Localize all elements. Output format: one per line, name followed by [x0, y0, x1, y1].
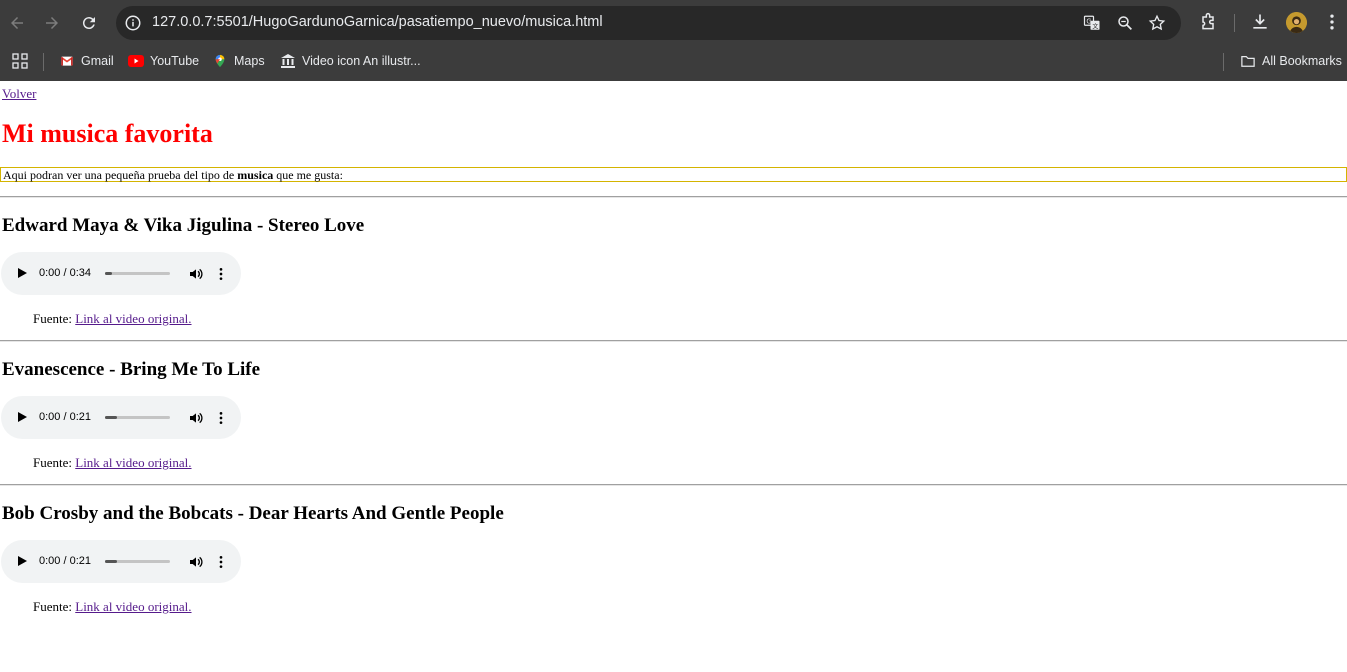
svg-text:文: 文 [1092, 22, 1098, 30]
bookmark-video-icon[interactable]: Video icon An illustr... [280, 53, 421, 69]
audio-player[interactable]: 0:00 / 0:21 [1, 396, 241, 439]
translate-icon[interactable]: G文 [1083, 14, 1101, 32]
back-link[interactable]: Volver [2, 86, 36, 102]
audio-player[interactable]: 0:00 / 0:34 [1, 252, 241, 295]
download-icon [1253, 14, 1267, 29]
youtube-icon [128, 53, 144, 69]
browser-toolbar: 127.0.0.7:5501/HugoGardunoGarnica/pasati… [0, 0, 1347, 45]
extensions-button[interactable] [1198, 12, 1218, 32]
bookmark-label: Maps [234, 54, 265, 68]
time-display: 0:00 / 0:34 [39, 267, 91, 279]
intro-text: Aqui podran ver una pequeña prueba del t… [3, 168, 238, 182]
song-title: Evanescence - Bring Me To Life [2, 359, 261, 380]
volume-icon[interactable] [188, 554, 204, 570]
seek-bar[interactable] [105, 272, 170, 275]
more-options-icon[interactable] [213, 410, 229, 426]
intro-text-end: que me gusta: [273, 168, 343, 182]
source-label: Fuente: [33, 599, 76, 614]
bookmarks-divider-right [1223, 53, 1224, 71]
url-text: 127.0.0.7:5501/HugoGardunoGarnica/pasati… [152, 14, 603, 30]
more-options-icon[interactable] [213, 266, 229, 282]
apps-grid-icon [12, 53, 28, 69]
source-link[interactable]: Link al video original. [75, 455, 191, 470]
source-line: Fuente: Link al video original. [33, 599, 192, 615]
bookmark-label: YouTube [150, 54, 200, 68]
divider [0, 340, 1347, 342]
time-display: 0:00 / 0:21 [39, 555, 91, 567]
all-bookmarks-label: All Bookmarks [1262, 54, 1342, 68]
bookmark-maps[interactable]: Maps [212, 53, 265, 69]
gmail-icon [59, 53, 75, 69]
address-bar[interactable]: 127.0.0.7:5501/HugoGardunoGarnica/pasati… [116, 6, 1181, 40]
source-label: Fuente: [33, 455, 76, 470]
intro-bold: musica [237, 168, 274, 182]
kebab-menu-icon [1330, 14, 1334, 30]
bookmarks-divider [43, 53, 44, 71]
divider [0, 196, 1347, 198]
seek-bar[interactable] [105, 560, 170, 563]
reload-icon [82, 17, 95, 30]
back-button[interactable] [4, 10, 30, 36]
volume-icon[interactable] [188, 266, 204, 282]
seek-progress [105, 416, 117, 419]
browser-chrome: 127.0.0.7:5501/HugoGardunoGarnica/pasati… [0, 0, 1347, 81]
seek-progress [105, 560, 117, 563]
play-icon[interactable] [18, 556, 27, 566]
source-link[interactable]: Link al video original. [75, 311, 191, 326]
museum-icon [280, 53, 296, 69]
bookmark-label: Video icon An illustr... [302, 54, 421, 68]
bookmark-label: Gmail [81, 54, 114, 68]
star-icon[interactable] [1148, 14, 1166, 32]
reload-button[interactable] [76, 10, 102, 36]
all-bookmarks-button[interactable]: All Bookmarks [1240, 53, 1342, 69]
arrow-right-icon [46, 17, 58, 29]
audio-player[interactable]: 0:00 / 0:21 [1, 540, 241, 583]
maps-icon [212, 53, 228, 69]
divider [0, 484, 1347, 486]
source-link[interactable]: Link al video original. [75, 599, 191, 614]
source-label: Fuente: [33, 311, 76, 326]
play-icon[interactable] [18, 412, 27, 422]
intro-box: Aqui podran ver una pequeña prueba del t… [0, 167, 1347, 182]
song-title: Edward Maya & Vika Jigulina - Stereo Lov… [2, 215, 365, 236]
zoom-icon[interactable] [1116, 14, 1134, 32]
song-title: Bob Crosby and the Bobcats - Dear Hearts… [2, 503, 504, 524]
arrow-left-icon [11, 17, 23, 29]
seek-progress [105, 272, 112, 275]
volume-icon[interactable] [188, 410, 204, 426]
puzzle-icon [1202, 12, 1214, 30]
page-title: Mi musica favorita [2, 119, 213, 148]
menu-button[interactable] [1322, 12, 1342, 32]
bookmarks-bar: Gmail YouTube Maps Video icon An illustr… [0, 45, 1347, 81]
site-info-icon[interactable] [124, 14, 142, 32]
seek-bar[interactable] [105, 416, 170, 419]
bookmark-youtube[interactable]: YouTube [128, 53, 199, 69]
source-line: Fuente: Link al video original. [33, 311, 192, 327]
source-line: Fuente: Link al video original. [33, 455, 192, 471]
bookmark-gmail[interactable]: Gmail [59, 53, 114, 69]
play-icon[interactable] [18, 268, 27, 278]
time-display: 0:00 / 0:21 [39, 411, 91, 423]
downloads-button[interactable] [1250, 12, 1270, 32]
apps-button[interactable] [12, 53, 28, 69]
profile-avatar[interactable] [1286, 12, 1307, 33]
more-options-icon[interactable] [213, 554, 229, 570]
toolbar-divider [1234, 14, 1235, 32]
folder-icon [1240, 53, 1256, 69]
forward-button[interactable] [39, 10, 65, 36]
avatar-icon [1286, 12, 1307, 33]
